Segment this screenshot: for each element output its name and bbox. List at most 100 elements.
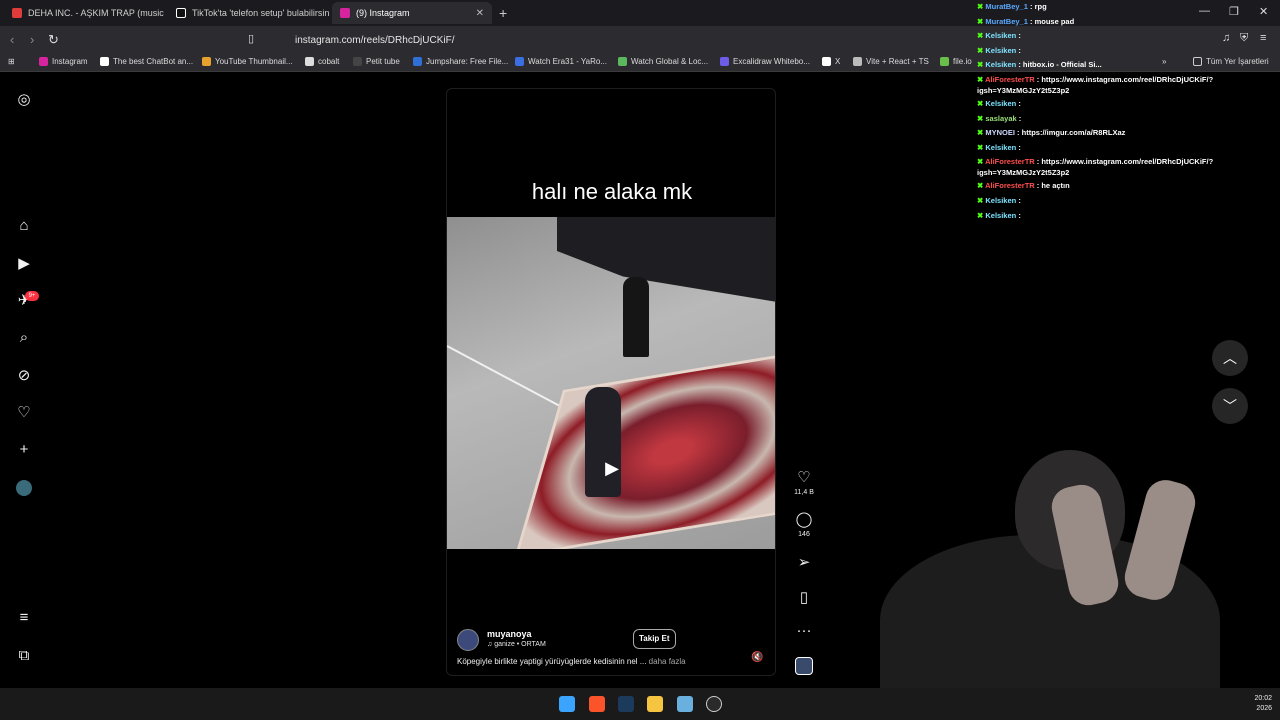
chat-message: ✖ Kelsiken :: [977, 44, 1277, 59]
meta-apps-icon[interactable]: ⧉: [16, 648, 32, 664]
chat-message: ✖ AliForesterTR : he açtın: [977, 179, 1277, 194]
chat-username[interactable]: Kelsiken: [985, 60, 1016, 69]
chat-text: :: [1016, 31, 1021, 41]
mute-icon[interactable]: 🔇: [751, 652, 763, 663]
apps-icon[interactable]: ⊞: [8, 57, 15, 66]
chevron-up-icon: ︿: [1223, 350, 1237, 366]
chat-username[interactable]: MYNOEI: [985, 128, 1015, 137]
bookmark-label: Watch Global & Loc...: [631, 57, 709, 66]
like-count: 11,4 B: [794, 489, 814, 496]
chat-message: ✖ Kelsiken : hitbox.io - Official Si...: [977, 58, 1277, 73]
obs-icon[interactable]: [706, 696, 722, 712]
next-reel-button[interactable]: ﹀: [1212, 388, 1248, 424]
bookmark-item[interactable]: Petit tube: [353, 57, 400, 66]
chat-username[interactable]: Kelsiken: [985, 196, 1016, 205]
close-tab-icon[interactable]: ✕: [476, 8, 484, 19]
app-icon[interactable]: [677, 696, 693, 712]
like-button[interactable]: ♡ 11,4 B: [794, 468, 814, 496]
explore-icon[interactable]: ⊘: [16, 368, 32, 384]
more-options-button[interactable]: ···: [794, 622, 814, 640]
bookmark-item[interactable]: Jumpshare: Free File...: [413, 57, 508, 66]
reel-player[interactable]: halı ne alaka mk ▶ muyanoya ♫ ganize • O…: [446, 88, 776, 676]
steam-icon[interactable]: [618, 696, 634, 712]
profile-avatar[interactable]: [16, 480, 32, 496]
chat-username[interactable]: AliForesterTR: [985, 181, 1035, 190]
save-button[interactable]: ▯: [794, 588, 814, 607]
bookmark-label: file.io: [953, 57, 972, 66]
share-button[interactable]: ➢: [794, 553, 814, 572]
chat-text: : mouse pad: [1027, 16, 1075, 26]
bookmark-item[interactable]: Watch Global & Loc...: [618, 57, 708, 66]
more-link[interactable]: daha fazla: [649, 657, 686, 666]
more-menu-icon[interactable]: ≡: [16, 610, 32, 626]
url-field[interactable]: instagram.com/reels/DRhcDjUCKiF/: [268, 29, 968, 51]
chat-username[interactable]: AliForesterTR: [985, 75, 1035, 84]
audio-thumbnail[interactable]: [795, 657, 813, 675]
chat-username[interactable]: Kelsiken: [985, 46, 1016, 55]
chat-username[interactable]: AliForesterTR: [985, 157, 1035, 166]
instagram-icon: [340, 8, 350, 18]
bookmark-icon[interactable]: ▯: [248, 32, 254, 45]
chat-username[interactable]: Kelsiken: [985, 31, 1016, 40]
reel-music[interactable]: ♫ ganize • ORTAM: [487, 641, 546, 648]
windows-start-icon[interactable]: [559, 696, 575, 712]
chat-message: ✖ Kelsiken :: [977, 209, 1277, 224]
chat-message: ✖ Kelsiken :: [977, 29, 1277, 44]
bookmark-item[interactable]: The best ChatBot an...: [100, 57, 193, 66]
era31-icon: [515, 57, 524, 66]
chat-message: ✖ saslayak :: [977, 112, 1277, 127]
author-avatar[interactable]: [457, 629, 479, 651]
author-username[interactable]: muyanoya: [487, 629, 532, 639]
chat-badge-icon: ✖: [977, 181, 986, 191]
new-tab-button[interactable]: +: [499, 5, 507, 21]
bookmark-item[interactable]: Vite + React + TS: [853, 57, 929, 66]
chat-username[interactable]: Kelsiken: [985, 143, 1016, 152]
system-clock: 20:02 2026: [1242, 694, 1272, 714]
follow-button[interactable]: Takip Et: [633, 629, 676, 649]
comment-icon: ◯: [795, 511, 813, 528]
bookmark-item[interactable]: Instagram: [39, 57, 88, 66]
search-icon[interactable]: ⌕: [16, 330, 32, 346]
reel-description[interactable]: Köpegiyle birlikte yaptigi yürüyüglerde …: [457, 657, 686, 666]
chat-message: ✖ Kelsiken :: [977, 194, 1277, 209]
comment-button[interactable]: ◯ 146: [794, 510, 814, 538]
chat-text: :: [1016, 45, 1021, 55]
create-icon[interactable]: +: [16, 442, 32, 458]
bookmark-item[interactable]: X: [822, 57, 840, 66]
reload-icon[interactable]: ↻: [48, 32, 59, 48]
tab-0[interactable]: DEHA INC. - AŞKIM TRAP (music vide: [4, 2, 164, 24]
bookmark-label: Instagram: [52, 57, 88, 66]
heart-icon[interactable]: ♡: [16, 405, 32, 421]
previous-reel-button[interactable]: ︿: [1212, 340, 1248, 376]
bookmark-label: Excalidraw Whitebo...: [733, 57, 810, 66]
bookmark-item[interactable]: Watch Era31 - YaRo...: [515, 57, 607, 66]
bookmark-item[interactable]: YouTube Thumbnail...: [202, 57, 293, 66]
back-icon[interactable]: ‹: [10, 32, 14, 47]
instagram-logo-icon[interactable]: ◎: [16, 92, 32, 108]
home-icon[interactable]: ⌂: [16, 218, 32, 234]
play-icon[interactable]: ▶: [597, 453, 627, 483]
chevron-down-icon: ﹀: [1223, 398, 1237, 414]
bookmark-item[interactable]: cobalt: [305, 57, 339, 66]
chat-username[interactable]: saslayak: [985, 114, 1016, 123]
chat-message: ✖ MuratBey_1 : mouse pad: [977, 15, 1277, 30]
forward-icon[interactable]: ›: [30, 32, 34, 47]
brave-browser-icon[interactable]: [589, 696, 605, 712]
excalidraw-icon: [720, 57, 729, 66]
clock-date: 2026: [1256, 705, 1272, 712]
tab-1[interactable]: TikTok'ta 'telefon setup' bulabilirsiniz: [168, 2, 330, 24]
chat-text: : hitbox.io - Official Si...: [1016, 60, 1102, 70]
tab-instagram[interactable]: (9) Instagram ✕: [332, 2, 492, 24]
chat-username[interactable]: Kelsiken: [985, 211, 1016, 220]
bookmark-item[interactable]: file.io: [940, 57, 972, 66]
reel-video[interactable]: ▶: [447, 217, 775, 549]
file-explorer-icon[interactable]: [647, 696, 663, 712]
chat-username[interactable]: Kelsiken: [985, 99, 1016, 108]
bookmark-item[interactable]: Excalidraw Whitebo...: [720, 57, 810, 66]
chat-username[interactable]: MuratBey_1: [985, 17, 1028, 26]
chat-username[interactable]: MuratBey_1: [985, 2, 1028, 11]
reels-icon[interactable]: ▶: [16, 256, 32, 272]
instagram-icon: [39, 57, 48, 66]
chat-message: ✖ Kelsiken :: [977, 141, 1277, 156]
chat-badge-icon: ✖: [977, 157, 986, 167]
